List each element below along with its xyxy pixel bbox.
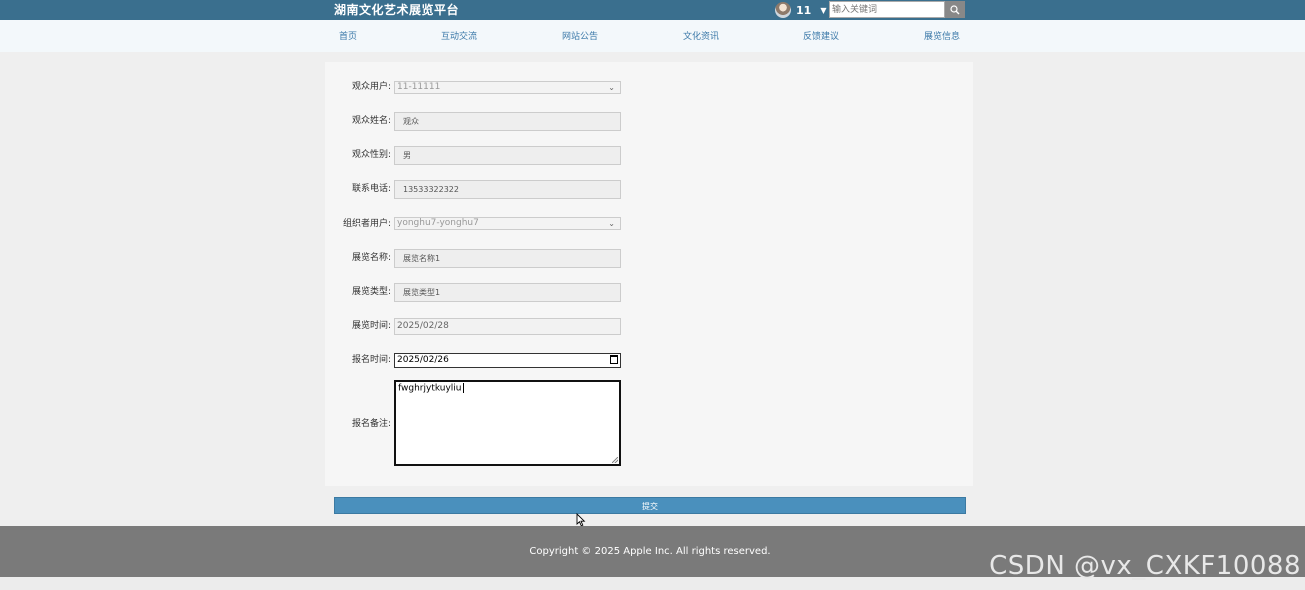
nav-feedback[interactable]: 反馈建议	[803, 20, 839, 54]
form-row: 展览名称:	[325, 248, 391, 268]
user-menu[interactable]: 11 ▼	[775, 1, 826, 19]
calendar-icon[interactable]	[610, 355, 618, 364]
search-icon	[950, 4, 960, 14]
select-value: yonghu7-yonghu7	[397, 218, 479, 228]
top-bar: 湖南文化艺术展览平台 11 ▼	[0, 0, 1305, 20]
caret-down-icon[interactable]: ▼	[820, 6, 826, 15]
organizer-user-select[interactable]: yonghu7-yonghu7 ⌄	[394, 217, 621, 230]
field-label: 报名备注:	[351, 419, 391, 429]
select-value: 11-11111	[397, 82, 441, 92]
date-value: 2025/02/26	[397, 355, 449, 365]
search-bar	[829, 1, 965, 18]
watermark: CSDN @vx_CXKF10088	[989, 551, 1301, 581]
viewer-gender-input[interactable]: 男	[394, 146, 621, 165]
form-row: 观众姓名:	[325, 111, 391, 131]
form-row: 组织者用户:	[325, 214, 391, 234]
field-label: 报名时间:	[351, 355, 391, 365]
mouse-pointer-icon	[576, 513, 586, 527]
field-label: 组织者用户:	[342, 219, 391, 229]
site-title: 湖南文化艺术展览平台	[334, 3, 460, 17]
nav-exhibitions[interactable]: 展览信息	[924, 20, 960, 54]
field-label: 展览类型:	[351, 287, 391, 297]
form-row: 联系电话:	[325, 179, 391, 199]
textarea-value: fwghrjytkuyliu	[398, 383, 462, 394]
viewer-name-input[interactable]: 观众	[394, 112, 621, 131]
text-cursor	[462, 383, 464, 393]
main-nav: 首页 互动交流 网站公告 文化资讯 反馈建议 展览信息	[0, 20, 1305, 52]
submit-button[interactable]: 提交	[334, 497, 966, 514]
chevron-down-icon: ⌄	[608, 219, 615, 228]
nav-announcements[interactable]: 网站公告	[562, 20, 598, 54]
search-input[interactable]	[829, 1, 945, 18]
form-row: 报名备注:	[325, 414, 391, 434]
signup-remark-textarea[interactable]: fwghrjytkuyliu	[394, 380, 621, 466]
exhibition-time-field: 2025/02/28	[394, 318, 621, 335]
field-label: 观众性别:	[351, 150, 391, 160]
nav-interaction[interactable]: 互动交流	[441, 20, 477, 54]
signup-date-input[interactable]: 2025/02/26	[394, 353, 621, 368]
exhibition-type-input[interactable]: 展览类型1	[394, 283, 621, 302]
exhibition-name-input[interactable]: 展览名称1	[394, 249, 621, 268]
form-row: 观众用户:	[325, 77, 391, 97]
viewer-user-select[interactable]: 11-11111 ⌄	[394, 81, 621, 94]
form-row: 展览类型:	[325, 282, 391, 302]
field-label: 展览名称:	[351, 253, 391, 263]
field-label: 观众用户:	[351, 82, 391, 92]
form-row: 报名时间:	[325, 350, 391, 370]
field-label: 观众姓名:	[351, 116, 391, 126]
nav-home[interactable]: 首页	[339, 20, 357, 54]
field-label: 展览时间:	[351, 321, 391, 331]
form-row: 观众性别:	[325, 145, 391, 165]
phone-input[interactable]: 13533322322	[394, 180, 621, 199]
form-row: 展览时间:	[325, 316, 391, 336]
search-button[interactable]	[945, 1, 965, 18]
field-label: 联系电话:	[351, 184, 391, 194]
chevron-down-icon: ⌄	[608, 83, 615, 92]
username[interactable]: 11	[796, 4, 811, 17]
nav-culture-news[interactable]: 文化资讯	[683, 20, 719, 54]
avatar[interactable]	[775, 2, 791, 18]
resize-grip-icon[interactable]	[612, 457, 618, 463]
